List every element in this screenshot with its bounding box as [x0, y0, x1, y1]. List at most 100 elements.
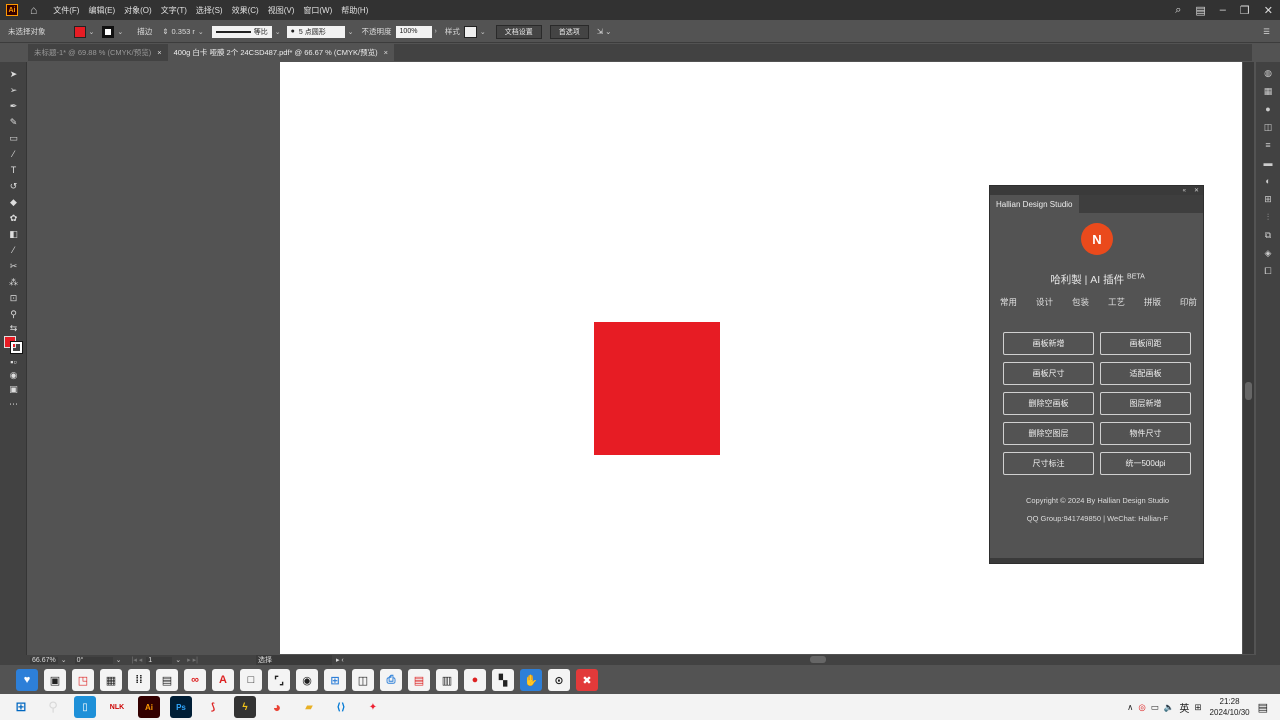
heart-icon[interactable]: ♥: [16, 669, 38, 691]
tray-overflow-icon[interactable]: ∧: [1127, 702, 1133, 713]
transparency-icon[interactable]: ◐: [1256, 172, 1280, 190]
collapse-icon[interactable]: «: [1183, 188, 1186, 194]
ime-indicator[interactable]: 英: [1179, 700, 1189, 715]
close-circle-icon[interactable]: ✖: [576, 669, 598, 691]
close-icon[interactable]: ✕: [1264, 4, 1273, 17]
volume-icon[interactable]: 🔈: [1164, 702, 1175, 713]
illustrator-taskbar-icon[interactable]: Ai: [138, 696, 160, 718]
variable-width-select[interactable]: 等比: [211, 25, 272, 38]
search-icon[interactable]: ⚲: [42, 696, 64, 718]
chevron-down-icon[interactable]: ⌄: [275, 28, 281, 36]
chrome-taskbar-icon[interactable]: ◕: [266, 696, 288, 718]
red-square-shape[interactable]: [594, 322, 720, 455]
close-icon[interactable]: ×: [384, 48, 388, 57]
notification-icon[interactable]: ▤: [1258, 701, 1268, 714]
object-size-button[interactable]: 物件尺寸: [1100, 422, 1191, 445]
eyedropper-tool-icon[interactable]: ⁄: [0, 242, 27, 258]
ime-mode-icon[interactable]: ⊞: [1194, 702, 1201, 713]
clock[interactable]: 21:28 2024/10/30: [1210, 696, 1250, 718]
panel-options-icon[interactable]: ☰: [1263, 27, 1270, 36]
category-common[interactable]: 常用: [1000, 296, 1017, 308]
add-artboard-button[interactable]: 画板新增: [1003, 332, 1094, 355]
pathfinder-icon[interactable]: ⧉: [1256, 226, 1280, 244]
eye-icon[interactable]: ◉: [296, 669, 318, 691]
chevron-down-icon[interactable]: ⌄: [61, 656, 67, 664]
table-icon[interactable]: ▤: [156, 669, 178, 691]
eraser-tool-icon[interactable]: ◆: [0, 194, 27, 210]
trash-icon[interactable]: ▥: [436, 669, 458, 691]
link-icon[interactable]: ∞: [184, 669, 206, 691]
text-outline-icon[interactable]: A: [212, 669, 234, 691]
layout-icon[interactable]: ◫: [352, 669, 374, 691]
symbol-sprayer-tool-icon[interactable]: ⁂: [0, 274, 27, 290]
network-icon[interactable]: ▭: [1151, 702, 1159, 713]
stroke-stepper-icon[interactable]: ⇕: [162, 27, 168, 36]
minimize-icon[interactable]: –: [1220, 4, 1226, 16]
delete-empty-artboard-button[interactable]: 删除空画板: [1003, 392, 1094, 415]
warp-tool-icon[interactable]: ✿: [0, 210, 27, 226]
unify-dpi-button[interactable]: 统一500dpi: [1100, 452, 1191, 475]
grid-icon[interactable]: ⁞⁞: [128, 669, 150, 691]
first-artboard-icon[interactable]: |◂ ◂: [132, 656, 143, 664]
vertical-scrollbar[interactable]: [1243, 62, 1254, 654]
category-design[interactable]: 设计: [1036, 296, 1053, 308]
shape-builder-tool-icon[interactable]: ✂: [0, 258, 27, 274]
tab-pdf-document[interactable]: 400g 白卡 哑膜 2个 24CSD487.pdf* @ 66.67 % (C…: [167, 44, 394, 61]
screen-mode-icon[interactable]: ▣: [0, 382, 27, 396]
nlk-app-icon[interactable]: NLK: [106, 696, 128, 718]
menu-type[interactable]: 文字(T): [161, 5, 187, 16]
acrobat-taskbar-icon[interactable]: ⟆: [202, 696, 224, 718]
artboard-spacing-button[interactable]: 画板间距: [1100, 332, 1191, 355]
app-blue-icon[interactable]: ▯: [74, 696, 96, 718]
rectangle-tool-icon[interactable]: ▭: [0, 130, 27, 146]
menu-select[interactable]: 选择(S): [196, 5, 223, 16]
crop-marks-icon[interactable]: ⌜⌟: [268, 669, 290, 691]
color-icon[interactable]: ●: [1256, 100, 1280, 118]
close-icon[interactable]: ✕: [1194, 187, 1199, 194]
rotation-field[interactable]: 0°: [74, 656, 113, 664]
pen-tool-icon[interactable]: ✒: [0, 98, 27, 114]
home-icon[interactable]: ⌂: [30, 3, 37, 17]
corner-icon[interactable]: ◳: [72, 669, 94, 691]
selection-tool-icon[interactable]: ➤: [0, 66, 27, 82]
print-icon[interactable]: ⎙: [380, 669, 402, 691]
category-imposition[interactable]: 拼版: [1144, 296, 1161, 308]
zoom-field[interactable]: 66.67%: [30, 656, 58, 664]
artboards-icon[interactable]: ⧠: [1256, 262, 1280, 280]
color-mode-icon[interactable]: ▪▫: [0, 356, 27, 368]
tray-app-icon[interactable]: ◎: [1138, 702, 1145, 713]
file-explorer-icon[interactable]: ▰: [298, 696, 320, 718]
swap-colors-icon[interactable]: ⇆: [0, 322, 27, 334]
fill-stroke-icon[interactable]: [0, 334, 27, 356]
keyboard-icon[interactable]: ▦: [100, 669, 122, 691]
vscode-taskbar-icon[interactable]: ⟨⟩: [330, 696, 352, 718]
chevron-down-icon[interactable]: ⌄: [116, 656, 122, 664]
arrange-icon[interactable]: ⇲ ⌄: [597, 27, 612, 36]
brush-select[interactable]: ● 5 点圆形: [286, 25, 345, 38]
menu-view[interactable]: 视图(V): [268, 5, 295, 16]
properties-icon[interactable]: ◍: [1256, 64, 1280, 82]
stroke-weight-field[interactable]: 0.353 r: [172, 27, 195, 36]
chevron-down-icon[interactable]: ⌄: [480, 28, 486, 36]
qr-code-icon[interactable]: ▚: [492, 669, 514, 691]
chevron-right-icon[interactable]: ›: [435, 28, 437, 35]
document-setup-button[interactable]: 文档设置: [495, 24, 542, 39]
graphic-style-swatch[interactable]: [463, 25, 477, 38]
draw-mode-icon[interactable]: ◉: [0, 368, 27, 382]
chevron-down-icon[interactable]: ⌄: [89, 28, 95, 36]
menu-edit[interactable]: 编辑(E): [88, 5, 115, 16]
add-box-icon[interactable]: ⊞: [324, 669, 346, 691]
layers-icon[interactable]: ◈: [1256, 244, 1280, 262]
apple-icon[interactable]: ●: [464, 669, 486, 691]
artboard-size-button[interactable]: 画板尺寸: [1003, 362, 1094, 385]
add-layer-button[interactable]: 图层新增: [1100, 392, 1191, 415]
gradient-panel-icon[interactable]: ▬: [1256, 154, 1280, 172]
scrollbar-thumb[interactable]: [1245, 382, 1252, 400]
fill-swatch[interactable]: [73, 25, 86, 38]
artboard-tool-icon[interactable]: ⊡: [0, 290, 27, 306]
opacity-field[interactable]: 100%: [395, 25, 432, 38]
menu-window[interactable]: 窗口(W): [303, 5, 332, 16]
frame-icon[interactable]: ▣: [44, 669, 66, 691]
square-icon[interactable]: □: [240, 669, 262, 691]
color-guide-icon[interactable]: ◫: [1256, 118, 1280, 136]
